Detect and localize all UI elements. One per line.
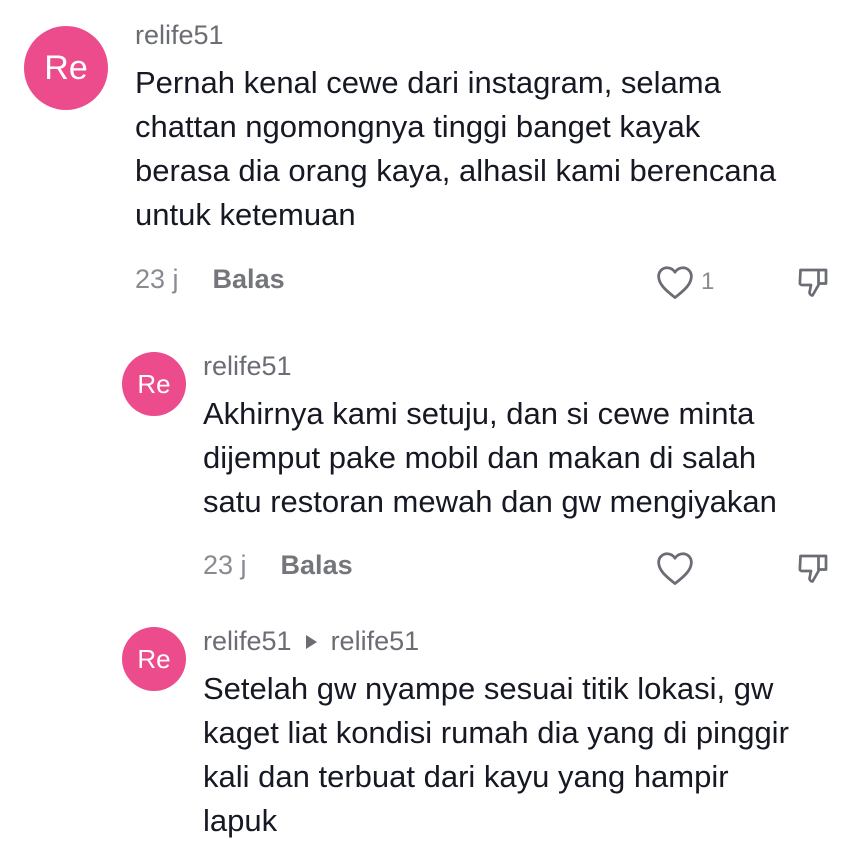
comment-username[interactable]: relife51: [135, 20, 224, 51]
avatar-initials: Re: [137, 643, 171, 674]
thumbs-down-icon: [796, 550, 832, 586]
dislike-button[interactable]: [796, 550, 832, 586]
avatar-initials: Re: [44, 48, 88, 87]
dislike-button[interactable]: [796, 264, 832, 300]
reply-button[interactable]: Balas: [213, 264, 285, 295]
username-text: relife51: [203, 351, 292, 381]
like-count: 1: [701, 268, 715, 295]
comment-username[interactable]: relife51 relife51: [203, 626, 419, 657]
comment-meta: 23 j Balas: [135, 264, 285, 295]
avatar[interactable]: Re: [122, 627, 186, 691]
comment-meta: 23 j Balas: [203, 550, 353, 581]
comment-timestamp: 23 j: [135, 264, 179, 294]
comment-text: Akhirnya kami setuju, dan si cewe minta …: [203, 396, 777, 519]
comment-timestamp: 23 j: [203, 550, 247, 580]
thumbs-down-icon: [796, 264, 832, 300]
reply-button[interactable]: Balas: [281, 550, 353, 581]
heart-outline-icon: [655, 264, 695, 300]
comment-username[interactable]: relife51: [203, 351, 292, 382]
username-text: relife51: [203, 626, 292, 656]
heart-outline-icon: [655, 550, 695, 586]
username-text: relife51: [135, 20, 224, 50]
avatar[interactable]: Re: [24, 26, 108, 110]
comment-text: Setelah gw nyampe sesuai titik lokasi, g…: [203, 671, 789, 838]
like-button[interactable]: 1: [655, 264, 714, 300]
reply-to-username[interactable]: relife51: [331, 626, 420, 657]
avatar-initials: Re: [137, 368, 171, 399]
avatar[interactable]: Re: [122, 352, 186, 416]
reply-arrow-icon: [305, 634, 317, 649]
like-button[interactable]: [655, 550, 695, 586]
comment-text: Pernah kenal cewe dari instagram, selama…: [135, 65, 777, 232]
